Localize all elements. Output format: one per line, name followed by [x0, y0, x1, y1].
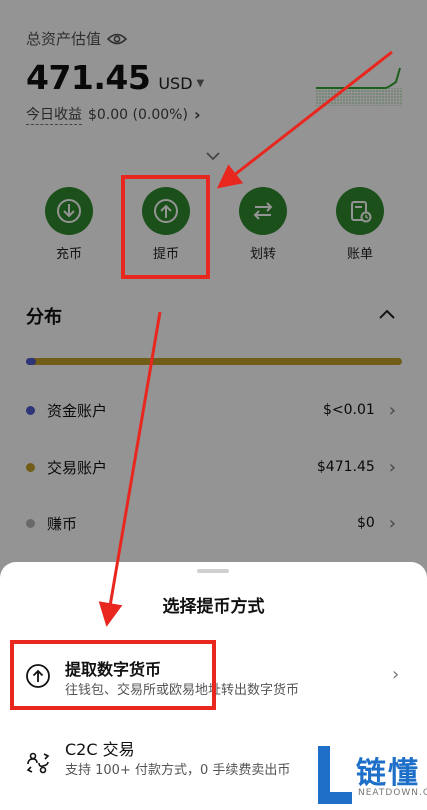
withdraw-icon: [26, 664, 50, 688]
watermark-text: 链懂: [356, 756, 420, 791]
option-title: 提取数字货币: [65, 660, 162, 679]
option-title: C2C 交易: [65, 740, 135, 759]
option-withdraw-crypto[interactable]: 提取数字货币 往钱包、交易所或欧易地址转出数字货币 ›: [0, 650, 427, 708]
c2c-icon: [26, 752, 50, 774]
sheet-title: 选择提币方式: [162, 597, 265, 617]
sheet-grabber[interactable]: [197, 569, 229, 573]
watermark-logo-icon: [318, 746, 352, 804]
watermark-subtext: NEATDOWN.COM: [358, 788, 427, 798]
watermark: 链懂 NEATDOWN.COM: [310, 740, 427, 810]
option-desc: 支持 100+ 付款方式，0 手续费卖出币: [65, 763, 291, 778]
option-desc: 往钱包、交易所或欧易地址转出数字货币: [65, 683, 300, 698]
chevron-right-icon: ›: [392, 664, 400, 685]
